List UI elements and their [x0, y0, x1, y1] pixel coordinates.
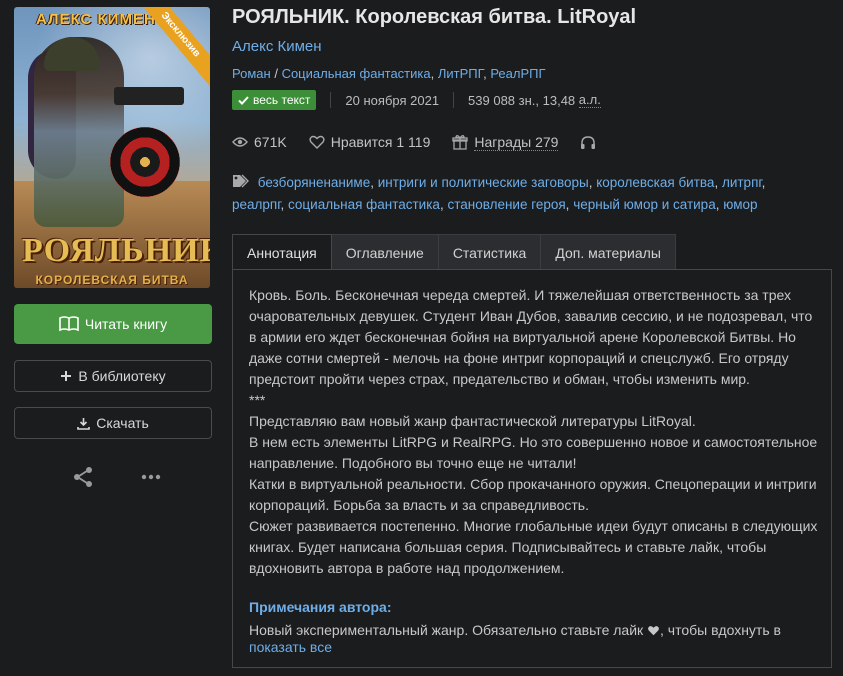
- headphones-icon: [581, 135, 596, 149]
- add-to-library-label: В библиотеку: [78, 368, 166, 384]
- genre-link[interactable]: Социальная фантастика: [282, 66, 431, 81]
- plus-icon: [61, 371, 72, 381]
- tag-link[interactable]: литрпг: [722, 175, 762, 190]
- annotation-paragraph: Кровь. Боль. Бесконечная череда смертей.…: [249, 287, 813, 387]
- open-book-icon: [59, 316, 79, 332]
- tag-link[interactable]: интриги и политические заговоры: [378, 175, 589, 190]
- annotation-paragraph: ***: [249, 392, 266, 408]
- cover-gun: [114, 87, 184, 105]
- genre-link[interactable]: ЛитРПГ: [438, 66, 483, 81]
- author-notes-text-start: Новый экспериментальный жанр. Обязательн…: [249, 622, 644, 638]
- annotation-paragraph: В нем есть элементы LitRPG и RealRPG. Но…: [249, 434, 818, 471]
- download-label: Скачать: [96, 415, 149, 431]
- author-notes-text-end: , чтобы вдохнуть в: [660, 622, 781, 638]
- share-row: [72, 466, 162, 488]
- full-text-label: весь текст: [253, 93, 311, 107]
- book-cover[interactable]: АЛЕКС КИМЕН Эксклюзив РОЯЛЬНИК КОРОЛЕВСК…: [14, 7, 210, 288]
- download-icon: [77, 417, 91, 430]
- cover-target: [110, 127, 180, 197]
- genre-link[interactable]: Роман: [232, 66, 271, 81]
- full-text-badge: весь текст: [232, 90, 317, 110]
- likes-stat[interactable]: Нравится 1 119: [309, 134, 431, 150]
- heart-icon: [648, 626, 659, 636]
- annotation-text: Кровь. Боль. Бесконечная череда смертей.…: [249, 285, 819, 579]
- genre-link[interactable]: РеалРПГ: [490, 66, 545, 81]
- views-stat: 671K: [232, 134, 287, 150]
- heart-icon: [309, 135, 325, 149]
- meta-divider: [330, 92, 332, 108]
- author-notes-title: Примечания автора:: [249, 599, 392, 615]
- stats-row: 671K Нравится 1 119 Награды 279: [232, 131, 618, 153]
- book-size: 539 088 зн., 13,48: [468, 92, 576, 108]
- tab-annotation[interactable]: Аннотация: [232, 234, 332, 270]
- tab-bar: Аннотация Оглавление Статистика Доп. мат…: [232, 234, 676, 270]
- genre-list: Роман / Социальная фантастика, ЛитРПГ, Р…: [232, 66, 546, 81]
- tag-link[interactable]: становление героя: [447, 197, 565, 212]
- cover-title-text: РОЯЛЬНИК: [22, 232, 210, 269]
- tag-link[interactable]: реалрпг: [232, 197, 281, 212]
- tab-extra-materials[interactable]: Доп. материалы: [541, 234, 676, 270]
- genre-separator: /: [274, 66, 278, 81]
- eye-icon: [232, 137, 248, 147]
- likes-label: Нравится 1 119: [330, 134, 431, 150]
- cover-subtitle-text: КОРОЛЕВСКАЯ БИТВА: [35, 273, 189, 287]
- publish-date: 20 ноября 2021: [345, 92, 440, 108]
- awards-label: Награды 279: [474, 133, 559, 151]
- book-title: РОЯЛЬНИК. Королевская битва. LitRoyal: [232, 6, 637, 28]
- cover-author-text: АЛЕКС КИМЕН: [36, 11, 156, 28]
- show-all-link[interactable]: показать все: [249, 639, 332, 655]
- tag-link[interactable]: социальная фантастика: [288, 197, 440, 212]
- read-book-button[interactable]: Читать книгу: [14, 304, 212, 344]
- tag-link[interactable]: юмор: [723, 197, 757, 212]
- add-to-library-button[interactable]: В библиотеку: [14, 360, 212, 392]
- audio-stat[interactable]: [580, 135, 596, 150]
- tab-statistics[interactable]: Статистика: [438, 234, 542, 270]
- author-notes-text: Новый экспериментальный жанр. Обязательн…: [249, 620, 819, 641]
- meta-row: весь текст 20 ноября 2021 539 088 зн., 1…: [232, 89, 601, 111]
- annotation-paragraph: Представляю вам новый жанр фантастическо…: [249, 413, 696, 429]
- meta-divider: [453, 92, 455, 108]
- tag-icon: [233, 174, 249, 188]
- more-icon[interactable]: [140, 466, 162, 488]
- genre-comma: ,: [483, 66, 487, 81]
- size-unit: а.л.: [578, 92, 601, 108]
- annotation-panel: Кровь. Боль. Бесконечная череда смертей.…: [232, 269, 832, 668]
- views-count: 671K: [254, 134, 287, 150]
- tag-link[interactable]: черный юмор и сатира: [573, 197, 716, 212]
- download-button[interactable]: Скачать: [14, 407, 212, 439]
- tag-list: безборяненаниме, интриги и политические …: [232, 174, 766, 212]
- tag-link[interactable]: безборяненаниме: [258, 175, 370, 190]
- awards-stat[interactable]: Награды 279: [452, 133, 559, 151]
- author-link[interactable]: Алекс Кимен: [232, 38, 322, 55]
- check-icon: [238, 95, 249, 105]
- share-icon[interactable]: [72, 466, 94, 488]
- book-page: АЛЕКС КИМЕН Эксклюзив РОЯЛЬНИК КОРОЛЕВСК…: [0, 0, 843, 676]
- annotation-paragraph: Сюжет развивается постепенно. Многие гло…: [249, 518, 818, 576]
- genre-comma: ,: [430, 66, 435, 81]
- tag-link[interactable]: королевская битва: [596, 175, 714, 190]
- gift-icon: [452, 135, 469, 150]
- tab-contents[interactable]: Оглавление: [331, 234, 439, 270]
- annotation-paragraph: Катки в виртуальной реальности. Сбор про…: [249, 476, 817, 513]
- read-book-label: Читать книгу: [84, 316, 168, 332]
